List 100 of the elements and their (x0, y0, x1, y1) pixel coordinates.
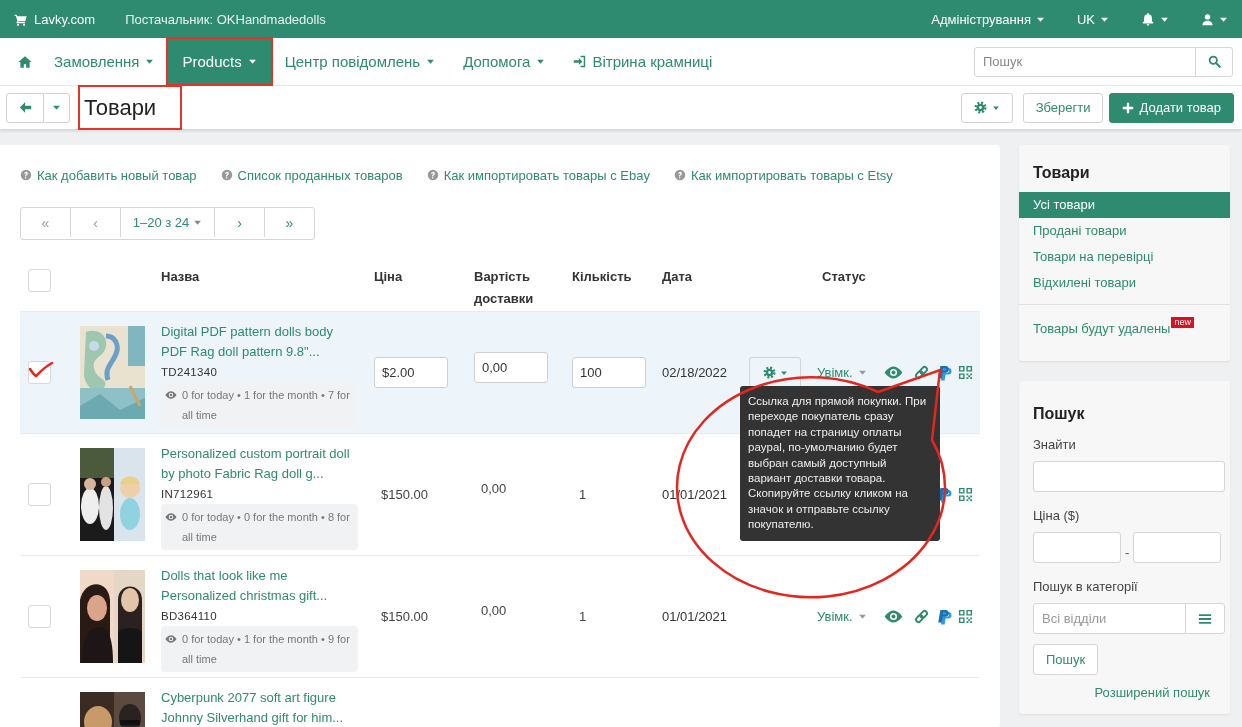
field-label: Знайти (1033, 437, 1077, 452)
tooltip: Ссылка для прямой покупки. При переходе покупатель сразу попадет на страницу оплаты paypal, по-умолчанию будет выбран самый доступный вариант доставки товара. Скопируйте ссылку кликом на значок и отправьте ссылку покупателю. (740, 386, 940, 541)
product-link[interactable]: Digital PDF pattern dolls body PDF Rag doll pattern 9.8"... (161, 322, 361, 362)
caret-icon (857, 368, 867, 377)
advanced-search-link[interactable]: Розширений пошук (1033, 685, 1216, 700)
caret-icon (857, 612, 867, 621)
product-link[interactable]: Dolls that look like me Personalized christmas gift... (161, 566, 361, 606)
column-header: Ціна (374, 268, 404, 286)
settings-button[interactable] (960, 92, 1013, 123)
field-label: Ціна ($) (1033, 508, 1081, 523)
price-text: $150.00 (380, 487, 429, 502)
status-dropdown[interactable]: Увімк. (817, 365, 884, 380)
column-header: Вартість доставки (474, 268, 535, 308)
product-link[interactable]: Cyberpunk 2077 soft art figure Johnny Silverhand gift for him... (161, 688, 361, 727)
nav-tab[interactable]: Products (168, 39, 271, 84)
delivery-field[interactable]: 0,00 (474, 352, 548, 383)
help-link[interactable]: Как импортировать товары с Ebay (426, 167, 650, 183)
question-icon (20, 169, 32, 181)
new-badge: new (1171, 317, 1194, 328)
sign-in-icon (573, 55, 587, 68)
check-mark-icon (28, 360, 54, 380)
caret-icon (193, 218, 203, 227)
checkbox[interactable] (28, 269, 51, 292)
caret-icon (52, 103, 61, 112)
product-link[interactable]: Personalized custom portrait doll by photo Fabric Rag doll g... (161, 444, 361, 484)
help-link[interactable]: Как добавить новый товар (20, 167, 197, 183)
checkbox[interactable] (28, 483, 51, 506)
menu-dropdown[interactable]: Адміністрування (931, 11, 1045, 27)
sidebar-item[interactable]: Відхилені товари (1019, 270, 1230, 296)
caret-icon (536, 57, 546, 66)
link-icon[interactable] (914, 609, 929, 624)
quantity-text: 1 (578, 609, 588, 624)
search-field[interactable]: Пошук (975, 47, 1195, 76)
price-text: $150.00 (380, 609, 429, 624)
link-icon[interactable] (914, 365, 929, 380)
sku-label: IN712961 (161, 488, 215, 500)
checkbox[interactable] (28, 361, 51, 384)
views-text: 0 for today • 1 for the month • 7 for all time (182, 388, 351, 423)
save-button[interactable]: Зберегти (1022, 92, 1104, 123)
field-label: Пошук в категорії (1033, 579, 1139, 594)
category-field[interactable]: Всі відділи (1033, 603, 1225, 634)
views-text: 0 for today • 1 for the month • 9 for all time (182, 632, 351, 667)
nav-tab[interactable]: Замовлення (40, 39, 169, 84)
sku-label: BD364110 (161, 610, 218, 622)
nav-tab[interactable]: Центр повідомлень (270, 39, 450, 84)
user-menu[interactable] (1201, 12, 1228, 26)
back-button[interactable] (6, 92, 44, 123)
status-dropdown[interactable]: Увімк. (817, 609, 884, 624)
range-separator: - (1125, 545, 1130, 560)
eye-icon (165, 389, 177, 401)
nav-tab[interactable]: Вітрина крамниці (559, 39, 727, 84)
supplier-label: Постачальник: OKHandmadedolls (125, 11, 326, 27)
column-header: Статус (821, 268, 867, 286)
caret-icon (145, 57, 155, 66)
sidebar-item[interactable]: Продані товари (1019, 218, 1230, 244)
input-field[interactable]: Всі відділи (1034, 604, 1185, 633)
eye-icon (165, 633, 177, 645)
sku-label: TD241340 (161, 366, 219, 378)
plus-icon (1122, 101, 1135, 114)
help-link[interactable]: Как импортировать товары с Etsy (673, 167, 893, 183)
price-field[interactable]: $2.00 (374, 357, 448, 388)
home-icon (18, 54, 32, 69)
qr-code-icon[interactable] (958, 609, 973, 624)
qr-code-icon[interactable] (958, 487, 973, 502)
date-text: 02/18/2022 (662, 365, 729, 380)
user-icon (1201, 12, 1214, 26)
checkbox[interactable] (28, 605, 51, 628)
sidebar-item[interactable]: Усі товари (1019, 192, 1230, 218)
help-link[interactable]: Список проданных товаров (220, 167, 403, 183)
page-button[interactable]: › (214, 208, 264, 237)
search-button[interactable]: Пошук (1033, 644, 1099, 675)
input-field[interactable] (1133, 532, 1222, 563)
panel-title: Пошук (1033, 404, 1086, 424)
nav-tab[interactable]: Допомога (449, 39, 560, 84)
bell-menu[interactable] (1141, 12, 1169, 26)
qr-code-icon[interactable] (958, 365, 973, 380)
add-product-button[interactable]: Додати товар (1109, 92, 1234, 123)
quantity-field[interactable]: 100 (572, 357, 646, 388)
settings-icon (762, 366, 776, 379)
caret-icon (247, 57, 257, 66)
input-field[interactable] (1033, 461, 1225, 492)
input-field[interactable] (1033, 532, 1121, 563)
brand-link[interactable]: Lavky.com (14, 11, 96, 27)
page-range-dropdown[interactable]: 1–20 з 24 (120, 208, 214, 237)
page-button[interactable]: » (264, 208, 314, 237)
views-text: 0 for today • 0 for the month • 8 for all time (182, 510, 351, 545)
menu-icon (1198, 611, 1212, 626)
search-icon (1207, 55, 1221, 68)
eye-icon (165, 511, 177, 523)
search-field[interactable]: Пошук (974, 46, 1233, 77)
sidebar-item[interactable]: Товары будут удалены (1033, 321, 1171, 336)
delivery-text: 0,00 (480, 481, 508, 496)
delivery-text: 0,00 (480, 603, 508, 618)
cart-icon (14, 12, 27, 26)
column-header: Назва (161, 268, 201, 286)
column-header: Кількість (572, 268, 633, 286)
sidebar-item[interactable]: Товари на перевірці (1019, 244, 1230, 270)
quantity-text: 1 (578, 487, 588, 502)
panel-title: Товари (1032, 163, 1091, 183)
menu-dropdown[interactable]: UK (1076, 11, 1109, 27)
